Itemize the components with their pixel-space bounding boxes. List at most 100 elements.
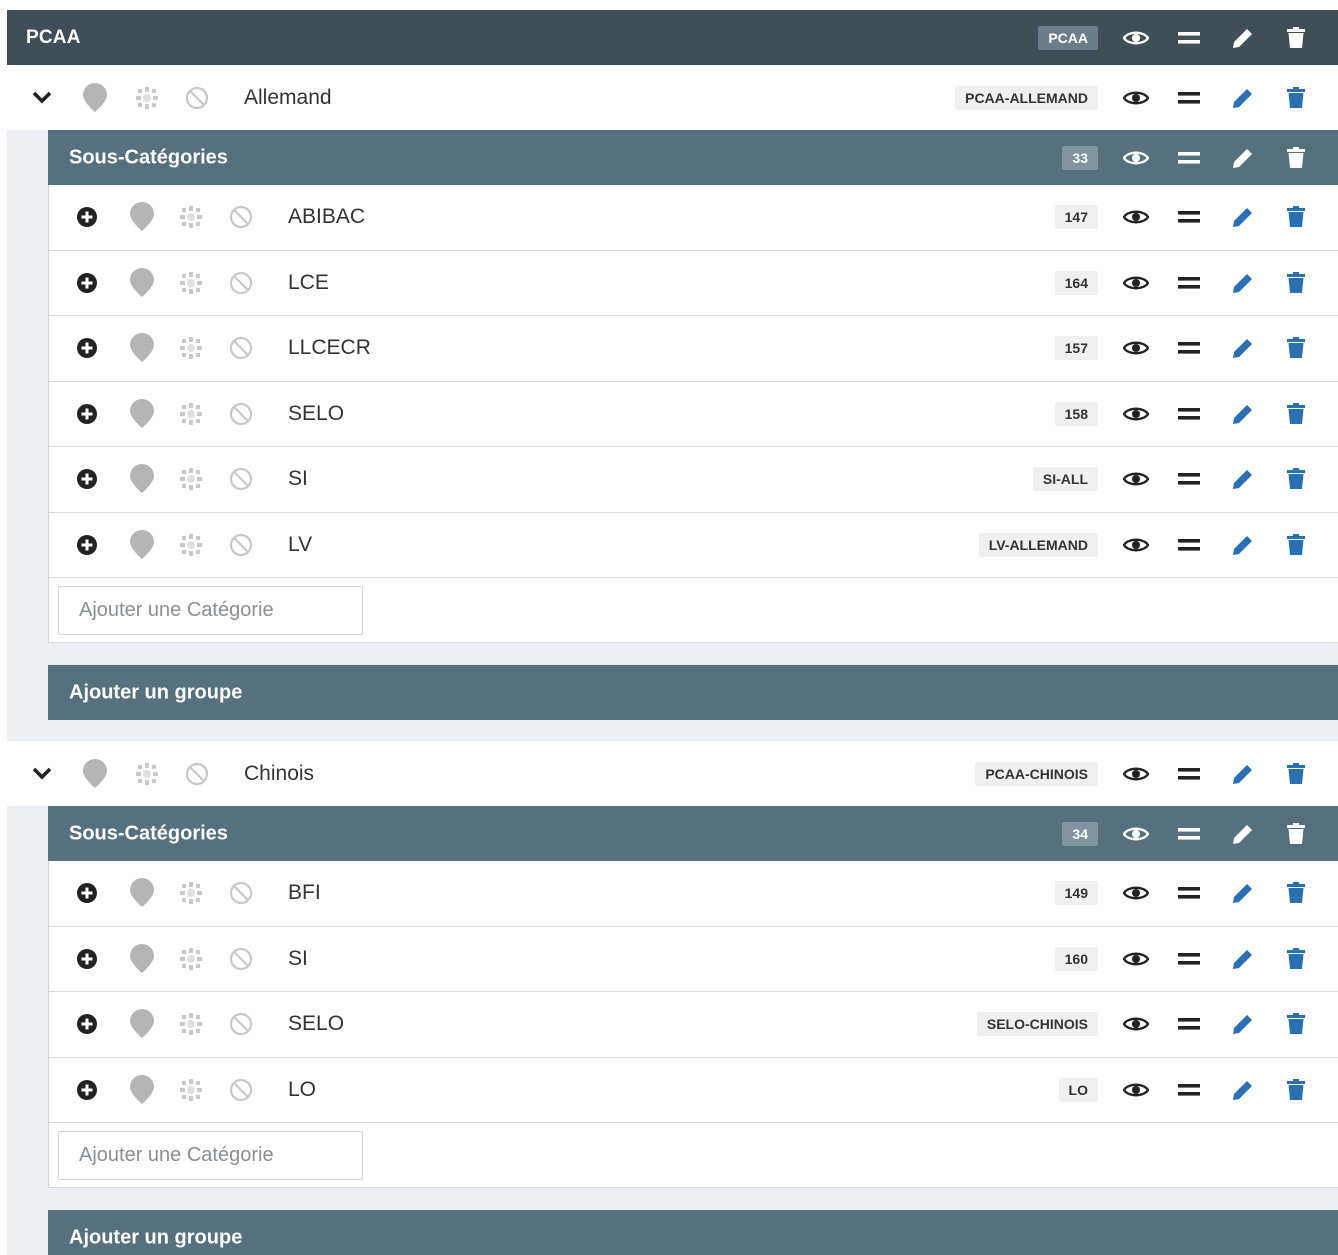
trash-icon[interactable] (1287, 26, 1305, 49)
cog-icon[interactable] (179, 881, 203, 905)
cog-icon[interactable] (179, 402, 203, 426)
equals-icon[interactable] (1178, 887, 1200, 899)
map-marker-icon[interactable] (129, 529, 155, 560)
map-marker-icon[interactable] (129, 267, 155, 298)
pencil-icon[interactable] (1232, 534, 1254, 556)
trash-icon[interactable] (1287, 206, 1305, 228)
add-group-label[interactable]: Ajouter un groupe (69, 681, 242, 704)
equals-icon[interactable] (1178, 91, 1200, 104)
map-marker-icon[interactable] (129, 1074, 155, 1105)
plus-circle-icon[interactable] (77, 207, 97, 228)
ban-icon[interactable] (229, 271, 253, 295)
map-marker-icon[interactable] (129, 1009, 155, 1039)
equals-icon[interactable] (1178, 473, 1200, 485)
eye-icon[interactable] (1123, 1015, 1149, 1033)
map-marker-icon[interactable] (82, 758, 108, 789)
equals-icon[interactable] (1178, 1018, 1200, 1030)
cog-icon[interactable] (179, 1078, 203, 1102)
trash-icon[interactable] (1287, 146, 1305, 169)
eye-icon[interactable] (1123, 1081, 1149, 1099)
plus-circle-icon[interactable] (77, 1079, 97, 1100)
eye-icon[interactable] (1123, 405, 1149, 423)
eye-icon[interactable] (1123, 339, 1149, 357)
trash-icon[interactable] (1287, 882, 1305, 904)
equals-icon[interactable] (1178, 827, 1200, 840)
trash-icon[interactable] (1287, 86, 1305, 109)
cog-icon[interactable] (179, 467, 203, 491)
add-group-label[interactable]: Ajouter un groupe (69, 1226, 242, 1249)
equals-icon[interactable] (1178, 211, 1200, 223)
ban-icon[interactable] (185, 86, 209, 110)
trash-icon[interactable] (1287, 533, 1305, 556)
trash-icon[interactable] (1287, 402, 1305, 425)
cog-icon[interactable] (179, 336, 203, 360)
map-marker-icon[interactable] (129, 464, 155, 494)
plus-circle-icon[interactable] (77, 534, 97, 555)
pencil-icon[interactable] (1232, 337, 1254, 359)
pencil-icon[interactable] (1232, 147, 1254, 169)
pencil-icon[interactable] (1232, 823, 1254, 845)
plus-circle-icon[interactable] (77, 948, 97, 969)
add-category-input[interactable] (58, 1131, 363, 1180)
add-group-bar[interactable]: Ajouter un groupe (48, 1210, 1338, 1255)
pencil-icon[interactable] (1232, 882, 1254, 904)
equals-icon[interactable] (1178, 342, 1200, 354)
equals-icon[interactable] (1178, 538, 1200, 551)
cog-icon[interactable] (179, 533, 203, 557)
trash-icon[interactable] (1287, 337, 1305, 359)
eye-icon[interactable] (1123, 536, 1149, 554)
trash-icon[interactable] (1287, 1013, 1305, 1035)
ban-icon[interactable] (229, 1012, 253, 1036)
trash-icon[interactable] (1287, 822, 1305, 845)
plus-circle-icon[interactable] (77, 403, 97, 424)
pencil-icon[interactable] (1232, 87, 1254, 109)
equals-icon[interactable] (1178, 31, 1200, 44)
eye-icon[interactable] (1123, 89, 1149, 107)
plus-circle-icon[interactable] (77, 338, 97, 359)
pencil-icon[interactable] (1232, 1013, 1254, 1035)
plus-circle-icon[interactable] (77, 883, 97, 904)
plus-circle-icon[interactable] (77, 272, 97, 293)
ban-icon[interactable] (229, 205, 253, 229)
equals-icon[interactable] (1178, 151, 1200, 164)
pencil-icon[interactable] (1232, 27, 1254, 49)
cog-icon[interactable] (179, 1012, 203, 1036)
trash-icon[interactable] (1287, 271, 1305, 294)
ban-icon[interactable] (229, 467, 253, 491)
ban-icon[interactable] (229, 1078, 253, 1102)
pencil-icon[interactable] (1232, 403, 1254, 425)
trash-icon[interactable] (1287, 1078, 1305, 1101)
add-category-input[interactable] (58, 586, 363, 635)
eye-icon[interactable] (1123, 950, 1149, 968)
equals-icon[interactable] (1178, 767, 1200, 780)
pencil-icon[interactable] (1232, 468, 1254, 490)
equals-icon[interactable] (1178, 276, 1200, 289)
cog-icon[interactable] (179, 205, 203, 229)
map-marker-icon[interactable] (129, 943, 155, 974)
ban-icon[interactable] (229, 947, 253, 971)
eye-icon[interactable] (1123, 825, 1149, 843)
cog-icon[interactable] (135, 86, 159, 110)
plus-circle-icon[interactable] (77, 469, 97, 490)
chevron-down-icon[interactable] (32, 767, 52, 781)
pencil-icon[interactable] (1232, 272, 1254, 294)
cog-icon[interactable] (179, 271, 203, 295)
eye-icon[interactable] (1123, 470, 1149, 488)
eye-icon[interactable] (1123, 208, 1149, 226)
equals-icon[interactable] (1178, 952, 1200, 965)
trash-icon[interactable] (1287, 762, 1305, 785)
pencil-icon[interactable] (1232, 1079, 1254, 1101)
add-group-bar[interactable]: Ajouter un groupe (48, 665, 1338, 720)
pencil-icon[interactable] (1232, 206, 1254, 228)
ban-icon[interactable] (185, 762, 209, 786)
pencil-icon[interactable] (1232, 763, 1254, 785)
plus-circle-icon[interactable] (77, 1014, 97, 1035)
equals-icon[interactable] (1178, 407, 1200, 420)
trash-icon[interactable] (1287, 947, 1305, 970)
trash-icon[interactable] (1287, 468, 1305, 490)
eye-icon[interactable] (1123, 274, 1149, 292)
chevron-down-icon[interactable] (32, 91, 52, 105)
cog-icon[interactable] (135, 762, 159, 786)
eye-icon[interactable] (1123, 149, 1149, 167)
ban-icon[interactable] (229, 402, 253, 426)
